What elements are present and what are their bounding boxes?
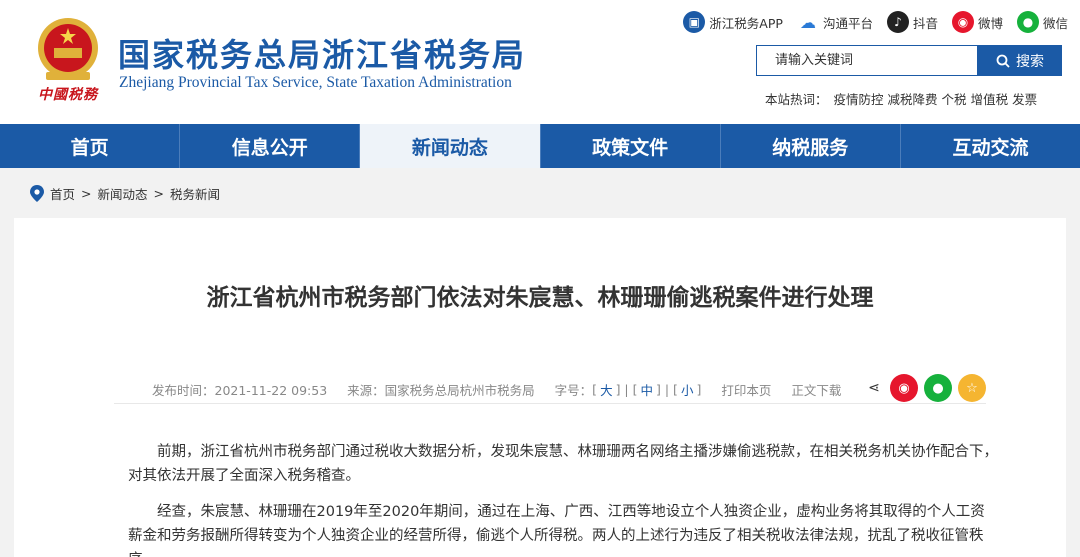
nav-item-service[interactable]: 纳税服务 [721, 124, 901, 168]
font-size-label: 字号： [554, 382, 593, 398]
article-source: 来源：国家税务总局杭州市税务局 [347, 382, 535, 398]
article-panel: 浙江省杭州市税务部门依法对朱宸慧、林珊珊偷逃税案件进行处理 发布时间：2021-… [14, 218, 1066, 557]
main-nav: 首页 信息公开 新闻动态 政策文件 纳税服务 互动交流 [0, 124, 1080, 168]
breadcrumb-home[interactable]: 首页 [50, 184, 75, 203]
hot-word[interactable]: 疫情防控 [834, 89, 884, 108]
site-title[interactable]: 国家税务总局浙江省税务局 [118, 30, 526, 76]
breadcrumb-tax-news[interactable]: 税务新闻 [170, 184, 220, 203]
breadcrumb-separator: > [153, 186, 164, 201]
print-link[interactable]: 打印本页 [721, 380, 771, 399]
wechat-icon: ● [1016, 11, 1039, 33]
font-size-controls: 字号： [大] | [中] | [小] [554, 380, 702, 399]
hot-word[interactable]: 发票 [1012, 89, 1037, 108]
article-meta: 发布时间：2021-11-22 09:53 来源：国家税务总局杭州市税务局 字号… [152, 374, 986, 403]
hot-words: 本站热词： 疫情防控 减税降费 个税 增值税 发票 [765, 89, 1037, 108]
search-box [756, 45, 978, 76]
emblem-slogan: 中國税務 [38, 87, 98, 103]
social-douyin-label: 抖音 [912, 15, 938, 31]
social-links: ▣ 浙江税务APP ☁ 沟通平台 ♪ 抖音 ◉ 微博 ● 微信 [683, 11, 1068, 33]
weibo-icon: ◉ [951, 11, 974, 33]
share-bar: ⋖ ◉ ● ☆ [864, 374, 986, 402]
hot-words-label: 本站热词： [765, 92, 828, 107]
article-title: 浙江省杭州市税务部门依法对朱宸慧、林珊珊偷逃税案件进行处理 [206, 285, 874, 311]
site-header: 中國税務 国家税务总局浙江省税务局 Zhejiang Provincial Ta… [0, 0, 1080, 124]
douyin-icon: ♪ [886, 11, 909, 33]
social-app-link[interactable]: ▣ 浙江税务APP [683, 11, 783, 33]
share-icon[interactable]: ⋖ [864, 378, 884, 398]
meta-divider [114, 403, 986, 404]
search-button-label: 搜索 [1016, 53, 1044, 70]
social-app-label: 浙江税务APP [709, 15, 783, 31]
nav-item-home[interactable]: 首页 [0, 124, 181, 168]
breadcrumb-separator: > [81, 186, 92, 201]
social-wechat-link[interactable]: ● 微信 [1016, 11, 1068, 33]
breadcrumb-news[interactable]: 新闻动态 [98, 184, 148, 203]
breadcrumb: 首页 > 新闻动态 > 税务新闻 [30, 184, 220, 203]
nav-item-info[interactable]: 信息公开 [180, 124, 361, 168]
search-icon [996, 54, 1010, 68]
social-weibo-link[interactable]: ◉ 微博 [951, 11, 1003, 33]
national-emblem-icon [38, 18, 98, 80]
nav-item-policy[interactable]: 政策文件 [541, 124, 721, 168]
wechat-share-icon[interactable]: ● [924, 374, 952, 402]
download-link[interactable]: 正文下载 [791, 380, 841, 399]
hot-word[interactable]: 增值税 [971, 89, 1009, 108]
app-icon: ▣ [683, 11, 706, 33]
font-size-medium[interactable]: 中 [638, 380, 657, 399]
site-subtitle: Zhejiang Provincial Tax Service, State T… [119, 74, 512, 91]
social-platform-link[interactable]: ☁ 沟通平台 [796, 11, 873, 33]
social-wechat-label: 微信 [1042, 15, 1068, 31]
font-size-large[interactable]: 大 [597, 380, 616, 399]
article-paragraph: 前期，浙江省杭州市税务部门通过税收大数据分析，发现朱宸慧、林珊珊两名网络主播涉嫌… [128, 444, 998, 484]
hot-word[interactable]: 个税 [942, 89, 967, 108]
search-input[interactable] [757, 46, 977, 75]
location-pin-icon [30, 185, 44, 202]
publish-date: 发布时间：2021-11-22 09:53 [152, 382, 328, 398]
favorite-icon[interactable]: ☆ [958, 374, 986, 402]
social-douyin-link[interactable]: ♪ 抖音 [886, 11, 938, 33]
social-weibo-label: 微博 [977, 15, 1003, 31]
social-platform-label: 沟通平台 [822, 15, 873, 31]
hot-word[interactable]: 减税降费 [888, 89, 938, 108]
font-size-small[interactable]: 小 [678, 380, 697, 399]
weibo-share-icon[interactable]: ◉ [890, 374, 918, 402]
nav-item-interaction[interactable]: 互动交流 [901, 124, 1080, 168]
cloud-icon: ☁ [796, 11, 819, 33]
search-button[interactable]: 搜索 [978, 45, 1062, 76]
nav-item-news[interactable]: 新闻动态 [360, 124, 541, 168]
article-paragraph: 经查，朱宸慧、林珊珊在2019年至2020年期间，通过在上海、广西、江西等地设立… [128, 504, 985, 557]
